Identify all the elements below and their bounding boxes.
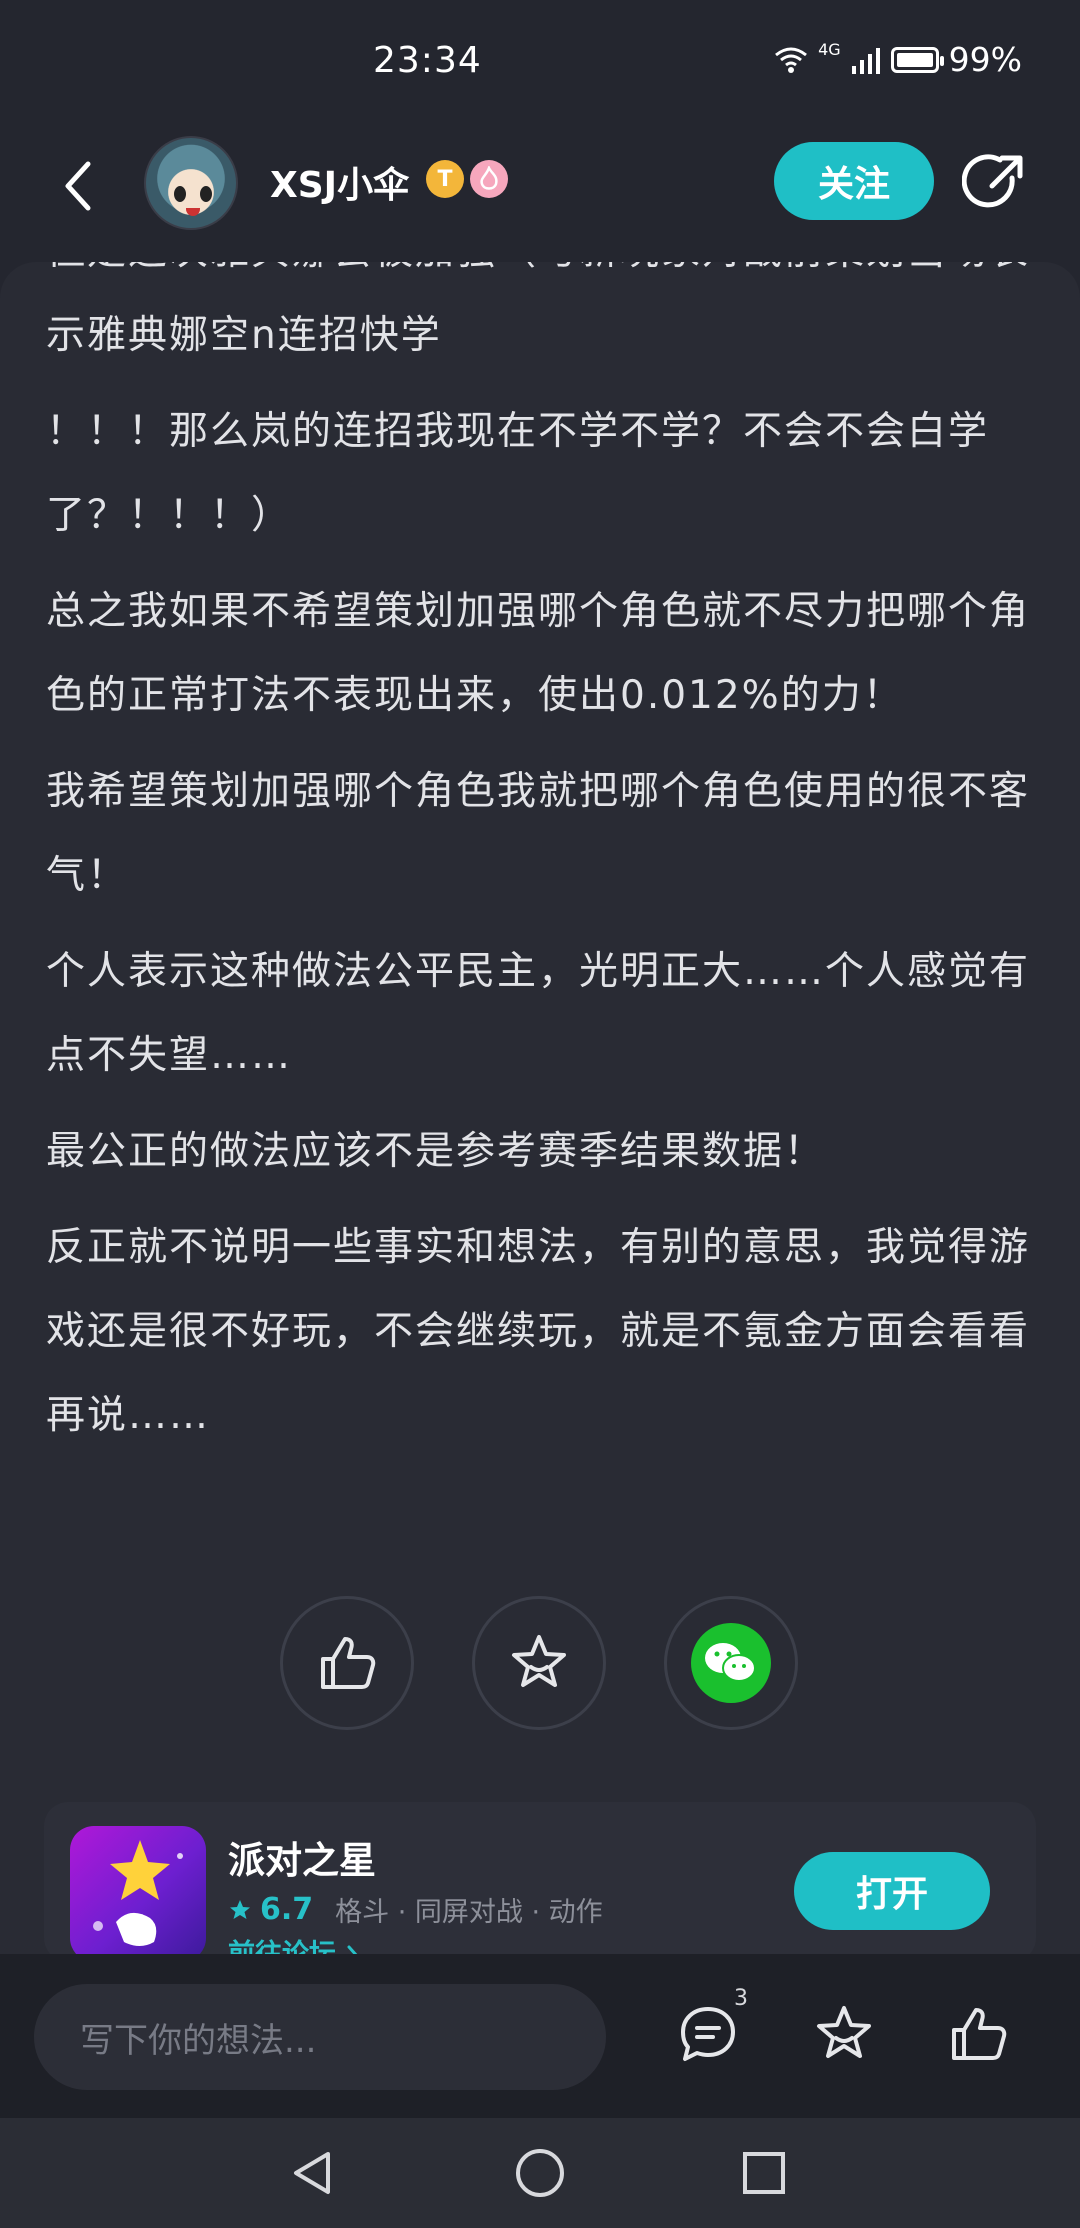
star-icon (512, 1635, 566, 1687)
game-name: 派对之星 (228, 1839, 376, 1882)
signal-icon (851, 47, 880, 74)
flame-badge-icon (470, 160, 508, 198)
open-game-button[interactable]: 打开 (794, 1852, 990, 1930)
network-type: 4G (818, 40, 841, 59)
comment-input[interactable]: 写下你的想法... (34, 1984, 606, 2090)
article-paragraph: 最公正的做法应该不是参考赛季结果数据！ (46, 1129, 826, 1174)
game-meta: 6.7 格斗 · 同屏对战 · 动作 (228, 1890, 603, 1929)
post-actions (280, 1596, 800, 1736)
circle-home-icon (516, 2149, 564, 2197)
bottom-favorite-button[interactable] (804, 1994, 884, 2074)
battery-level: 99% (948, 40, 1022, 79)
follow-button[interactable]: 关注 (774, 142, 934, 220)
status-bar: 23:34 4G 99% (0, 0, 1080, 126)
game-tags: 格斗 · 同屏对战 · 动作 (335, 1897, 603, 1928)
game-card[interactable]: 派对之星 6.7 格斗 · 同屏对战 · 动作 前往论坛 打开 (44, 1802, 1036, 1954)
back-button[interactable] (48, 156, 108, 216)
nav-recents-button[interactable] (731, 2140, 797, 2206)
game-icon (70, 1826, 206, 1954)
chevron-right-icon (347, 1945, 359, 1954)
system-nav-bar (0, 2118, 1080, 2228)
post-header: XSJ小伞 T 关注 (0, 126, 1080, 262)
thumbs-up-icon (952, 2008, 1007, 2060)
article-paragraph: 但是这次雅典娜会被加强（与新玩家对战前策划当场表示雅典娜空n连招快学 (46, 262, 1028, 358)
star-icon (817, 2006, 871, 2058)
article-paragraph: 总之我如果不希望策划加强哪个角色就不尽力把哪个角色的正常打法不表现出来，使出0.… (46, 589, 1031, 718)
like-button[interactable] (280, 1596, 414, 1730)
thumbs-up-icon (321, 1637, 376, 1689)
comment-bar: 写下你的想法... 3 (0, 1954, 1080, 2118)
rating-star-icon (230, 1899, 250, 1919)
nav-home-button[interactable] (507, 2140, 573, 2206)
forum-link[interactable]: 前往论坛 (228, 1932, 361, 1954)
triangle-back-icon (294, 2152, 330, 2194)
level-badge: T (426, 160, 464, 198)
status-icons: 4G 99% (774, 40, 1022, 79)
nav-back-button[interactable] (280, 2140, 346, 2206)
wechat-icon (691, 1623, 771, 1703)
share-button[interactable] (961, 150, 1028, 216)
status-time: 23:34 (373, 40, 482, 81)
post-content: 但是这次雅典娜会被加强（与新玩家对战前策划当场表示雅典娜空n连招快学 ！！！那么… (0, 262, 1080, 1954)
favorite-button[interactable] (472, 1596, 606, 1730)
wifi-icon (775, 47, 807, 73)
battery-icon (890, 46, 944, 73)
square-recents-icon (743, 2152, 785, 2194)
game-rating: 6.7 (260, 1892, 314, 1927)
article-paragraph: 个人表示这种做法公平民主，光明正大……个人感觉有点不失望…… (46, 949, 1031, 1078)
comment-icon (681, 2007, 735, 2061)
forum-link-label: 前往论坛 (228, 1939, 345, 1954)
wechat-share-button[interactable] (664, 1596, 798, 1730)
chevron-left-icon (65, 161, 91, 211)
share-icon (961, 154, 1023, 208)
avatar[interactable] (144, 136, 238, 230)
comment-count: 3 (734, 1986, 748, 2011)
article-paragraph: 我希望策划加强哪个角色我就把哪个角色使用的很不客气！ (46, 769, 1031, 898)
bottom-like-button[interactable] (938, 1994, 1018, 2074)
article-paragraph: ！！！那么岚的连招我现在不学不学？不会不会白学了？！！！） (46, 409, 990, 538)
username[interactable]: XSJ小伞 (270, 156, 409, 208)
article-paragraph: 反正就不说明一些事实和想法，有别的意思，我觉得游戏还是很不好玩，不会继续玩，就是… (46, 1225, 1031, 1438)
article-body: 但是这次雅典娜会被加强（与新玩家对战前策划当场表示雅典娜空n连招快学 ！！！那么… (46, 262, 1036, 1470)
